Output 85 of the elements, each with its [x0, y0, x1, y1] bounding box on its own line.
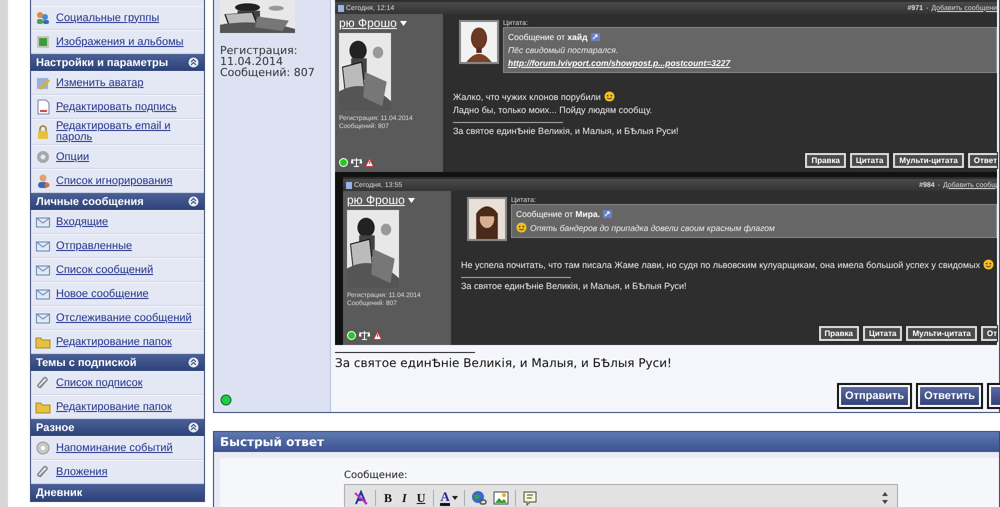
- quote-icon[interactable]: [522, 490, 538, 506]
- person-icon: [35, 173, 51, 189]
- resize-icon[interactable]: [881, 490, 889, 506]
- format-button[interactable]: U: [414, 490, 428, 506]
- sidebar-link[interactable]: Редактировать подпись: [56, 102, 177, 112]
- sidebar-link[interactable]: Отправленные: [56, 240, 132, 252]
- caret-icon[interactable]: [452, 496, 458, 500]
- sidebar-link[interactable]: Изображения и альбомы: [56, 36, 184, 48]
- signature: За святое единѢніе Великія, и Малыя, и БѢлыя Руси!: [461, 281, 688, 291]
- document-icon: [338, 4, 344, 12]
- post-button[interactable]: Цитата: [862, 326, 902, 341]
- post-button[interactable]: Отправить: [839, 385, 910, 407]
- format-button[interactable]: B: [382, 490, 394, 506]
- text-color-button[interactable]: A: [440, 490, 458, 506]
- post-button[interactable]: От: [980, 326, 997, 341]
- post-button[interactable]: Мульти-цитата: [906, 326, 977, 341]
- scales-icon[interactable]: [351, 158, 362, 167]
- pencil-icon: [35, 75, 51, 91]
- remove-format-icon[interactable]: [353, 490, 369, 506]
- sidebar-link[interactable]: Вложения: [56, 466, 108, 478]
- sidebar-link[interactable]: Социальные группы: [56, 12, 160, 24]
- registration-label: Регистрация:: [220, 45, 298, 56]
- quote-text: Опять бандеров до припадка довели своим красным флагом: [530, 222, 775, 232]
- signature: За святое единѢніе Великія, и Малыя, и БѢлыя Руси!: [335, 356, 673, 370]
- caret-icon[interactable]: [408, 198, 415, 202]
- quote-link[interactable]: http://forum.lvivport.com/showpost.p...postcount=3227: [508, 58, 992, 68]
- sidebar-link[interactable]: Список сообщений: [56, 264, 154, 276]
- registration-date: 11.04.2014: [220, 56, 283, 67]
- sidebar-header[interactable]: Настройки и параметры: [31, 54, 204, 71]
- picture-icon: [35, 34, 51, 50]
- document-icon: [346, 182, 352, 188]
- post-text: Не успела почитать, что там писала Жаме лави, но судя по львовским кулуарщикам, она имела большой успех у свидомых: [461, 260, 980, 270]
- globe-icon[interactable]: [470, 490, 487, 506]
- collapse-icon[interactable]: [188, 196, 199, 207]
- scales-icon[interactable]: [359, 331, 370, 340]
- sidebar-header[interactable]: Личные сообщения: [31, 193, 204, 210]
- caret-icon[interactable]: [400, 20, 407, 26]
- post-text: Ладно бы, только моих... Пойду людям сообщу.: [453, 105, 652, 115]
- people-icon: [35, 10, 51, 26]
- sidebar-header[interactable]: Разное: [31, 419, 204, 436]
- collapse-icon[interactable]: [188, 57, 199, 68]
- disc-icon: [35, 440, 51, 456]
- quote-text: Пёс свидомый постарался.: [508, 45, 618, 55]
- post-button[interactable]: Мульти-цитата: [893, 153, 964, 168]
- sidebar-link[interactable]: Опции: [56, 152, 90, 162]
- post-button[interactable]: Ответить: [918, 385, 981, 407]
- sidebar-link[interactable]: Редактирование папок: [56, 336, 172, 348]
- sidebar-link[interactable]: Редактировать email и пароль: [56, 121, 200, 143]
- document-icon: [35, 99, 51, 115]
- post-text: Жалко, что чужих клонов порубили: [453, 92, 601, 102]
- online-icon: [347, 331, 356, 340]
- signature: За святое единѢніе Великія, и Малыя, и БѢлыя Руси!: [453, 126, 680, 136]
- gear-icon: [35, 149, 51, 165]
- post-button[interactable]: Правка: [818, 326, 859, 341]
- arrow-icon[interactable]: [590, 33, 600, 41]
- sidebar-link[interactable]: Список игнорирования: [56, 176, 173, 186]
- post-button[interactable]: Цитата: [850, 153, 890, 168]
- format-button[interactable]: I: [400, 490, 409, 506]
- sidebar-header[interactable]: Темы с подпиской: [31, 354, 204, 371]
- sidebar-link[interactable]: Напоминание событий: [56, 442, 173, 454]
- quote-author: Сообщение от хайд: [508, 32, 588, 42]
- field-label: Сообщение:: [344, 470, 409, 481]
- username[interactable]: рю Фрошо: [347, 193, 405, 207]
- online-icon: [339, 158, 348, 167]
- image-icon[interactable]: [492, 490, 509, 506]
- sidebar-header[interactable]: Дневник: [31, 484, 204, 501]
- sidebar-link[interactable]: Входящие: [56, 216, 108, 228]
- sidebar-link[interactable]: Новое сообщение: [56, 288, 149, 300]
- post-button[interactable]: Правка: [805, 153, 846, 168]
- username[interactable]: рю Фрошо: [339, 16, 397, 30]
- quote-author: Сообщение от Мира.: [516, 209, 600, 219]
- collapse-icon[interactable]: [188, 422, 199, 433]
- post-button[interactable]: Ответ: [968, 153, 997, 168]
- sidebar-link[interactable]: Список подписок: [56, 378, 143, 388]
- lock-icon: [35, 124, 51, 140]
- warning-icon[interactable]: [365, 158, 374, 167]
- arrow-icon[interactable]: [603, 210, 612, 218]
- warning-icon[interactable]: [373, 331, 382, 340]
- sidebar-link[interactable]: Отслеживание сообщений: [56, 312, 192, 324]
- paperclip-icon: [35, 375, 51, 391]
- panel-title: Быстрый ответ: [220, 435, 324, 449]
- collapse-icon[interactable]: [188, 357, 199, 368]
- post-count: Сообщений: 807: [220, 67, 316, 78]
- sidebar-link[interactable]: Редактирование папок: [56, 402, 172, 412]
- sidebar-link[interactable]: Изменить аватар: [56, 78, 144, 88]
